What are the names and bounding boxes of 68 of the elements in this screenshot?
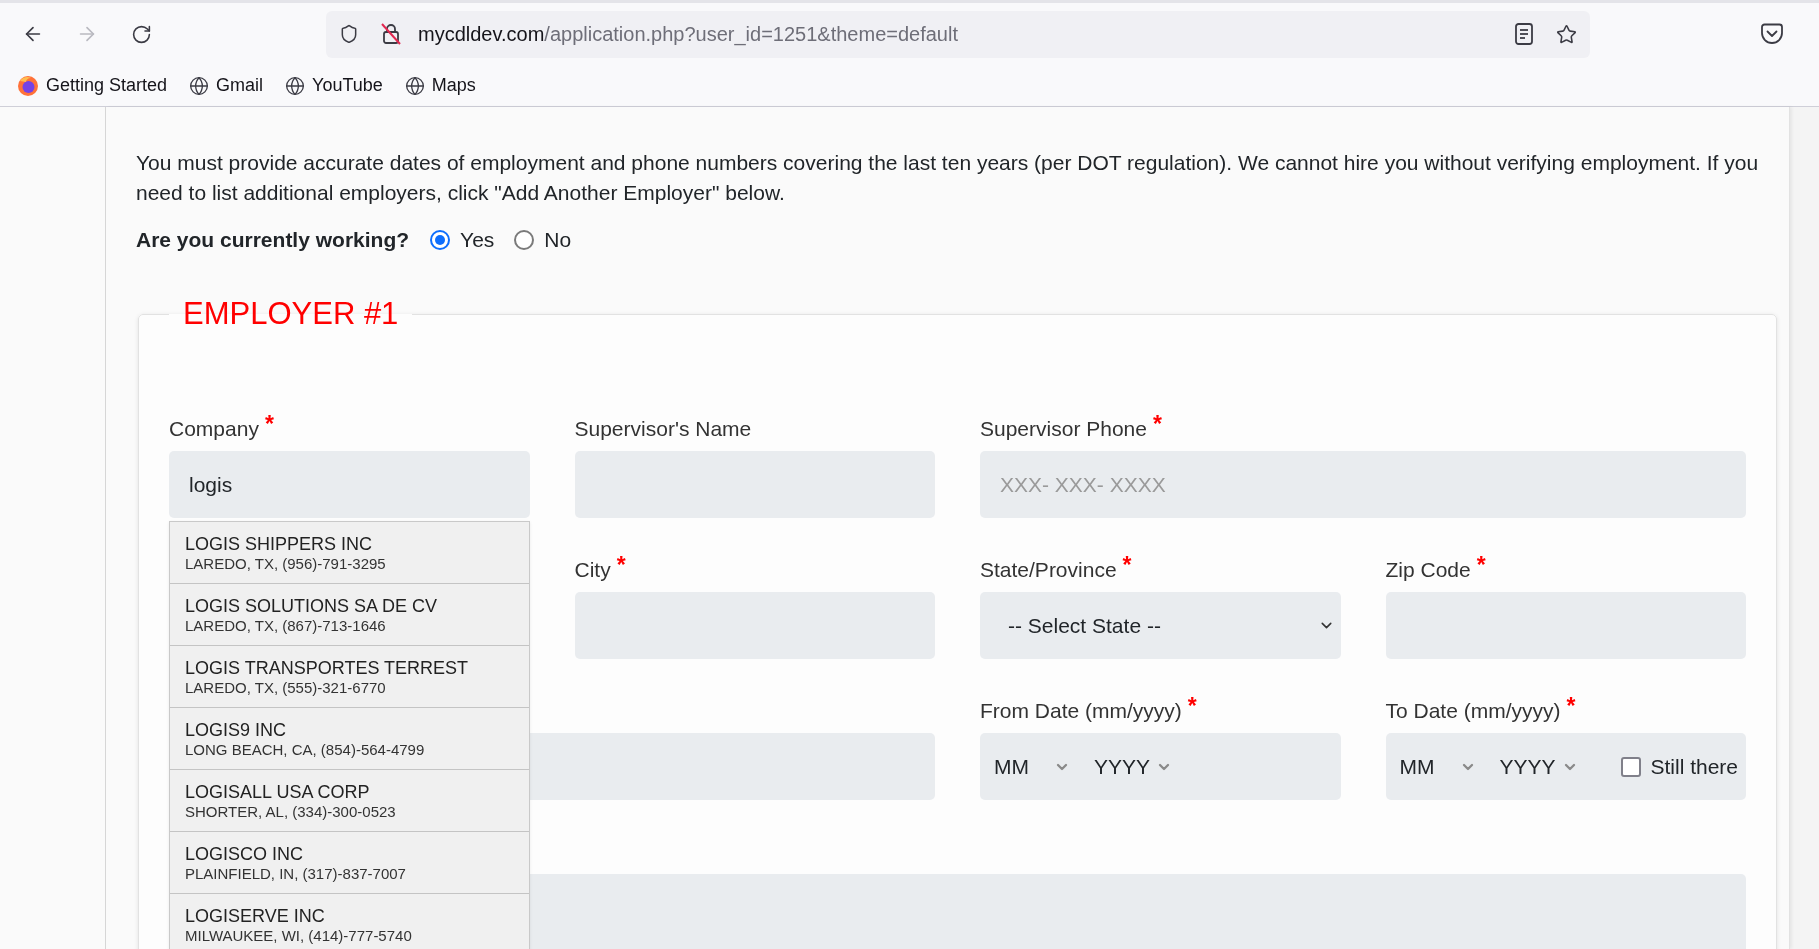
- field-label: Zip Code: [1385, 558, 1471, 582]
- company-name: LOGIS SOLUTIONS SA DE CV: [185, 595, 439, 617]
- checkbox-label[interactable]: Still there: [1650, 754, 1738, 779]
- required-mark: *: [1566, 696, 1576, 716]
- logo-icon: [17, 74, 39, 97]
- bookmark-link[interactable]: Gmail: [189, 75, 264, 96]
- company-name: LOGIS9 INC: [185, 719, 288, 741]
- company-details: LONG BEACH, CA, (854)-564-4799: [185, 741, 426, 759]
- field-label: Supervisor Phone: [980, 417, 1147, 441]
- globe-icon: [404, 75, 425, 96]
- globe-icon: [189, 75, 210, 96]
- company-name: LOGISCO INC: [185, 843, 305, 865]
- reload-icon: [130, 23, 152, 45]
- field-label: To Date (mm/yyyy): [1385, 699, 1561, 723]
- suggestion-item[interactable]: LOGISCO INC PLAINFIELD, IN, (317)-837-7007: [170, 832, 529, 894]
- field-label: Company: [169, 417, 259, 441]
- company-details: PLAINFIELD, IN, (317)-837-7007: [185, 865, 407, 883]
- month-select[interactable]: MM: [994, 754, 1070, 779]
- text-input[interactable]: logis: [169, 451, 530, 518]
- suggestion-item[interactable]: LOGIS9 INC LONG BEACH, CA, (854)-564-4799: [170, 708, 529, 770]
- state-select[interactable]: -- Select State --: [980, 592, 1341, 659]
- company-details: MILWAUKEE, WI, (414)-777-5740: [185, 927, 413, 945]
- globe-icon: [285, 75, 306, 96]
- field-label: City: [574, 558, 611, 582]
- required-mark: *: [616, 555, 626, 575]
- checkbox[interactable]: [1621, 756, 1642, 777]
- suggestion-item[interactable]: LOGISALL USA CORP SHORTER, AL, (334)-300-0523: [170, 770, 529, 832]
- radio-button[interactable]: [514, 230, 535, 250]
- suggestion-item[interactable]: LOGISERVE INC MILWAUKEE, WI, (414)-777-5740: [170, 894, 529, 949]
- radio-label[interactable]: No: [544, 228, 572, 252]
- required-mark: *: [264, 414, 274, 434]
- company-details: LAREDO, TX, (555)-321-6770: [185, 679, 387, 697]
- bookmark-link[interactable]: Getting Started: [17, 74, 168, 97]
- suggestion-item[interactable]: LOGIS SHIPPERS INC LAREDO, TX, (956)-791-3295: [170, 522, 529, 584]
- company-details: LAREDO, TX, (867)-713-1646: [185, 617, 387, 635]
- company-details: LAREDO, TX, (956)-791-3295: [185, 555, 387, 573]
- field-label: From Date (mm/yyyy): [980, 699, 1182, 723]
- question-label: Are you currently working?: [136, 228, 410, 252]
- required-mark: *: [1476, 555, 1486, 575]
- url-text[interactable]: mycdldev.com/application.php?user_id=1251&theme=default: [418, 22, 1515, 46]
- chevron-badge-icon[interactable]: [1760, 23, 1784, 45]
- company-details: SHORTER, AL, (334)-300-0523: [185, 803, 397, 821]
- bookmark-link[interactable]: Maps: [404, 75, 476, 96]
- section-title: EMPLOYER #1: [182, 296, 400, 332]
- required-mark: *: [1122, 555, 1132, 575]
- field-label: Supervisor's Name: [574, 417, 752, 441]
- intro-text: You must provide accurate dates of employment and phone numbers covering the last ten years (per DOT regulation). We cannot hire you without verifying employment. If you need to list additional employers, click "Add Another Employer" below.: [136, 150, 1760, 206]
- suggestion-item[interactable]: LOGIS TRANSPORTES TERREST LAREDO, TX, (555)-321-6770: [170, 646, 529, 708]
- radio-button[interactable]: [430, 230, 451, 250]
- lock-slash-icon: [381, 23, 401, 45]
- phone-input[interactable]: XXX- XXX- XXXX: [980, 451, 1746, 518]
- document-icon[interactable]: [1515, 23, 1533, 45]
- shield-icon[interactable]: [339, 24, 359, 44]
- company-name: LOGISALL USA CORP: [185, 781, 371, 803]
- bookmark-link[interactable]: YouTube: [285, 75, 383, 96]
- company-name: LOGIS TRANSPORTES TERREST: [185, 657, 470, 679]
- year-select[interactable]: YYYY: [1499, 754, 1578, 779]
- suggestion-item[interactable]: LOGIS SOLUTIONS SA DE CV LAREDO, TX, (867)-713-1646: [170, 584, 529, 646]
- required-mark: *: [1152, 414, 1162, 434]
- radio-label[interactable]: Yes: [460, 228, 495, 252]
- company-name: LOGISERVE INC: [185, 905, 326, 927]
- company-name: LOGIS SHIPPERS INC: [185, 533, 374, 555]
- field-label: State/Province: [980, 558, 1117, 582]
- month-select[interactable]: MM: [1399, 754, 1476, 779]
- address-bar[interactable]: mycdldev.com/application.php?user_id=1251&theme=default: [326, 10, 1590, 58]
- required-mark: *: [1187, 696, 1197, 716]
- star-icon[interactable]: [1556, 23, 1577, 45]
- year-select[interactable]: YYYY: [1094, 754, 1172, 779]
